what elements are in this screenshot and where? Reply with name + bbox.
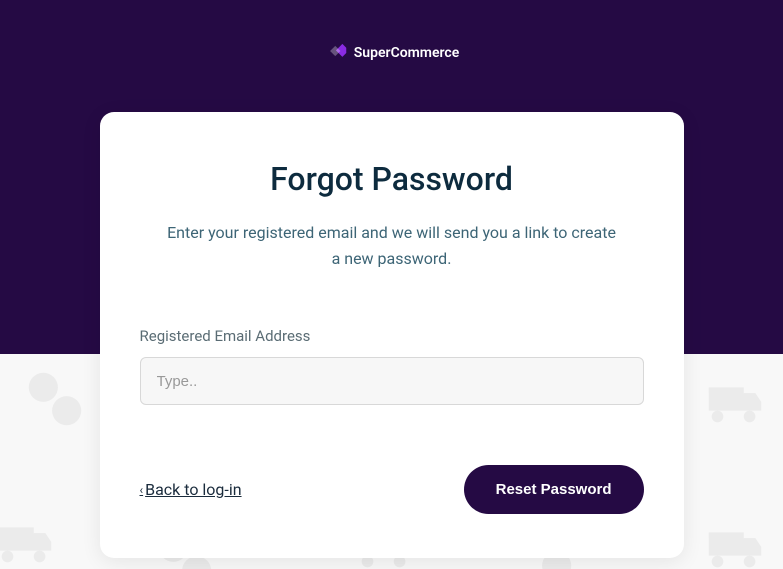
email-input[interactable] bbox=[140, 357, 644, 405]
back-to-login-link[interactable]: ‹ Back to log-in bbox=[140, 480, 242, 499]
forgot-password-card: Forgot Password Enter your registered em… bbox=[100, 112, 684, 558]
diamond-icon bbox=[324, 40, 346, 66]
back-link-text: Back to log-in bbox=[145, 480, 241, 499]
email-label: Registered Email Address bbox=[140, 327, 644, 345]
brand-logo: SuperCommerce bbox=[324, 40, 459, 66]
chevron-left-icon: ‹ bbox=[140, 483, 144, 497]
page-title: Forgot Password bbox=[140, 160, 644, 198]
page-subtitle: Enter your registered email and we will … bbox=[140, 220, 644, 271]
reset-password-button[interactable]: Reset Password bbox=[464, 465, 644, 514]
form-actions: ‹ Back to log-in Reset Password bbox=[140, 465, 644, 514]
brand-name: SuperCommerce bbox=[354, 45, 459, 61]
